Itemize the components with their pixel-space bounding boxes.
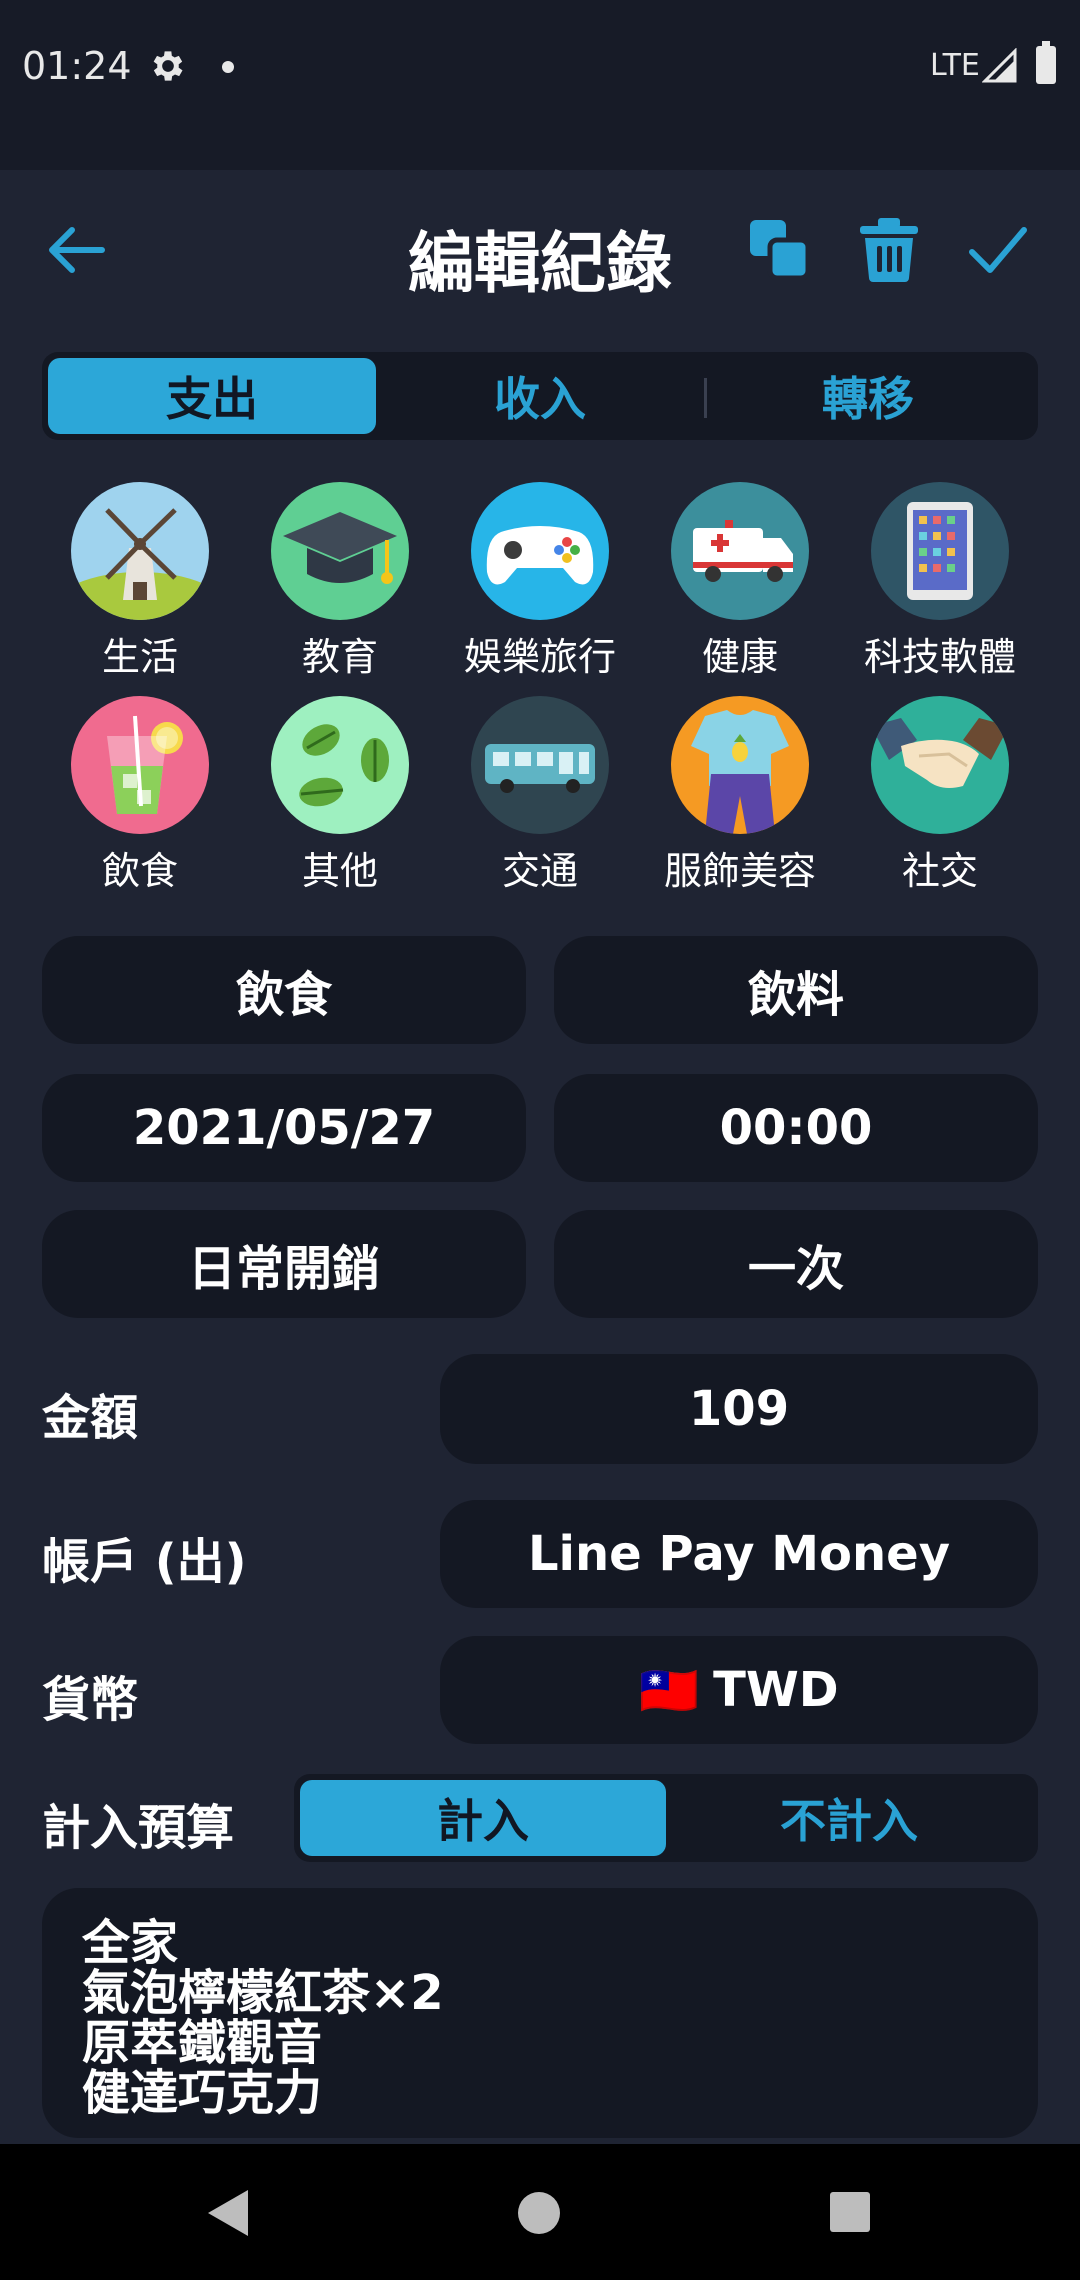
graduation-cap-icon	[271, 482, 409, 620]
type-tabs: 支出 收入 轉移	[42, 352, 1038, 440]
account-select[interactable]: Line Pay Money	[440, 1500, 1038, 1608]
category-label: 交通	[501, 849, 578, 893]
category-life[interactable]: 生活	[45, 482, 235, 681]
trash-icon[interactable]	[858, 216, 920, 282]
battery-icon	[1036, 41, 1056, 84]
bus-icon	[471, 696, 609, 834]
budget-exclude-option[interactable]: 不計入	[666, 1780, 1032, 1856]
category-tech[interactable]: 科技軟體	[845, 482, 1035, 681]
ambulance-icon	[671, 482, 809, 620]
nav-recents-icon[interactable]	[830, 2192, 870, 2232]
check-icon[interactable]	[968, 222, 1028, 278]
subcategory-select[interactable]: 飲料	[554, 936, 1038, 1044]
category-label: 飲食	[101, 849, 178, 893]
note-line: 原萃鐵觀音	[82, 2015, 323, 2071]
category-select[interactable]: 飲食	[42, 936, 526, 1044]
amount-field[interactable]: 109	[440, 1354, 1038, 1464]
nav-back-icon[interactable]	[204, 2188, 252, 2238]
budget-include-option[interactable]: 計入	[300, 1780, 666, 1856]
back-arrow-icon[interactable]	[40, 220, 110, 280]
budget-toggle: 計入 不計入	[294, 1774, 1038, 1862]
status-time: 01:24	[22, 44, 132, 88]
category-label: 其他	[301, 849, 378, 893]
copy-icon[interactable]	[748, 218, 810, 280]
notification-dot-icon	[222, 61, 234, 73]
expense-type-select[interactable]: 日常開銷	[42, 1210, 526, 1318]
category-label: 科技軟體	[863, 635, 1016, 679]
note-line: 氣泡檸檬紅茶×2	[82, 1965, 444, 2021]
system-nav-bar	[0, 2144, 1080, 2280]
note-line: 全家	[82, 1915, 179, 1971]
category-social[interactable]: 社交	[845, 696, 1035, 895]
category-health[interactable]: 健康	[645, 482, 835, 681]
drink-icon	[71, 696, 209, 834]
category-label: 生活	[101, 635, 178, 679]
leaves-icon	[271, 696, 409, 834]
app-bar: 編輯紀錄	[0, 170, 1080, 330]
time-picker[interactable]: 00:00	[554, 1074, 1038, 1182]
handshake-icon	[871, 696, 1009, 834]
page-title: 編輯紀錄	[408, 225, 672, 302]
category-entertainment[interactable]: 娛樂旅行	[445, 482, 635, 681]
category-label: 娛樂旅行	[463, 635, 616, 679]
tab-expense[interactable]: 支出	[48, 358, 376, 434]
currency-code: TWD	[713, 1662, 839, 1718]
recurrence-select[interactable]: 一次	[554, 1210, 1038, 1318]
note-line: 健達巧克力	[82, 2065, 323, 2121]
network-type: LTE	[930, 48, 980, 83]
category-transport[interactable]: 交通	[445, 696, 635, 895]
account-label: 帳戶 (出)	[42, 1534, 247, 1590]
category-education[interactable]: 教育	[245, 482, 435, 681]
game-controller-icon	[471, 482, 609, 620]
nav-home-icon[interactable]	[518, 2192, 560, 2234]
tablet-icon	[871, 482, 1009, 620]
clothing-icon	[671, 696, 809, 834]
currency-label: 貨幣	[42, 1672, 139, 1728]
amount-label: 金額	[42, 1390, 139, 1446]
status-bar: 01:24 LTE	[0, 0, 1080, 170]
date-picker[interactable]: 2021/05/27	[42, 1074, 526, 1182]
taiwan-flag-icon: 🇹🇼	[639, 1662, 700, 1719]
tab-transfer[interactable]: 轉移	[704, 358, 1032, 434]
category-label: 教育	[301, 635, 378, 679]
category-label: 服飾美容	[663, 849, 816, 893]
category-label: 健康	[701, 635, 778, 679]
tab-income[interactable]: 收入	[376, 358, 704, 434]
category-clothing[interactable]: 服飾美容	[645, 696, 835, 895]
settings-gear-icon	[153, 51, 183, 81]
windmill-icon	[71, 482, 209, 620]
category-label: 社交	[901, 849, 978, 893]
category-food[interactable]: 飲食	[45, 696, 235, 895]
budget-label: 計入預算	[42, 1800, 235, 1856]
category-other[interactable]: 其他	[245, 696, 435, 895]
currency-select[interactable]: 🇹🇼 TWD	[440, 1636, 1038, 1744]
signal-icon	[982, 48, 1017, 83]
notes-field[interactable]: 全家 氣泡檸檬紅茶×2 原萃鐵觀音 健達巧克力	[42, 1888, 1038, 2138]
